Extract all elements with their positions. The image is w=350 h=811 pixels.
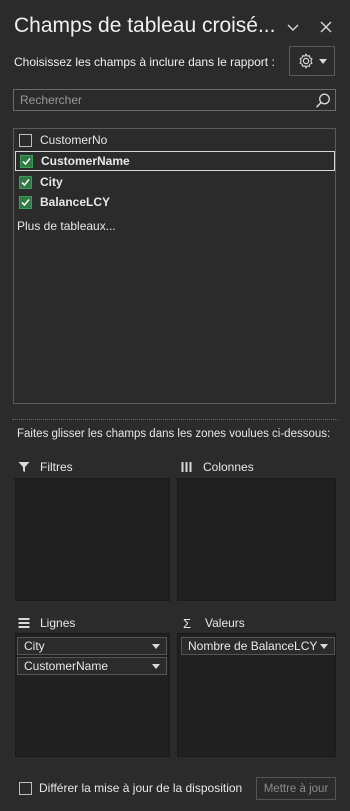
rows-zone-header: Lignes xyxy=(18,613,168,633)
chevron-down-icon[interactable] xyxy=(284,18,302,36)
field-item-city[interactable]: City xyxy=(15,172,335,192)
rows-field-city[interactable]: City xyxy=(17,637,167,655)
caret-down-icon[interactable] xyxy=(152,644,160,649)
columns-icon xyxy=(181,461,195,473)
field-label: City xyxy=(40,175,63,189)
caret-down-icon xyxy=(319,58,327,64)
search-input[interactable] xyxy=(14,90,335,110)
check-icon xyxy=(22,157,31,165)
field-label: CustomerName xyxy=(41,154,130,168)
check-icon xyxy=(21,178,30,186)
search-icon[interactable] xyxy=(314,92,332,110)
caret-down-icon[interactable] xyxy=(152,664,160,669)
checkbox[interactable] xyxy=(19,175,32,189)
filters-zone-label: Filtres xyxy=(40,460,73,474)
filters-zone[interactable] xyxy=(15,478,170,601)
values-zone[interactable]: Nombre de BalanceLCY xyxy=(177,633,336,757)
defer-update-checkbox[interactable] xyxy=(19,782,32,795)
drag-hint: Faites glisser les champs dans les zones… xyxy=(17,428,331,440)
values-zone-header: Σ Valeurs xyxy=(183,613,333,633)
rows-icon xyxy=(18,617,32,629)
pill-label: Nombre de BalanceLCY xyxy=(188,639,318,653)
field-item-customername[interactable]: CustomerName xyxy=(15,151,335,171)
rows-zone[interactable]: City CustomerName xyxy=(15,633,170,757)
more-tables-link[interactable]: Plus de tableaux... xyxy=(17,219,116,233)
gear-icon xyxy=(299,53,313,69)
pill-label: CustomerName xyxy=(24,659,109,673)
sigma-icon: Σ xyxy=(183,615,192,631)
caret-down-icon[interactable] xyxy=(320,644,328,649)
checkbox[interactable] xyxy=(19,195,32,209)
checkbox[interactable] xyxy=(20,154,33,168)
columns-zone-header: Colonnes xyxy=(181,457,335,477)
panel-title: Champs de tableau croisé... xyxy=(14,14,276,37)
close-icon[interactable] xyxy=(317,18,335,36)
check-icon xyxy=(21,198,30,206)
field-settings-button[interactable] xyxy=(289,46,335,76)
field-label: CustomerNo xyxy=(40,133,108,147)
filters-zone-header: Filtres xyxy=(18,457,168,477)
defer-update-label: Différer la mise à jour de la dispositio… xyxy=(39,781,243,795)
pill-label: City xyxy=(24,639,45,653)
field-item-customerno[interactable]: CustomerNo xyxy=(15,130,335,150)
splitter[interactable] xyxy=(12,419,338,420)
field-list: CustomerNo CustomerName City BalanceLCY xyxy=(13,128,336,404)
search-box xyxy=(13,89,336,111)
values-zone-label: Valeurs xyxy=(205,616,245,630)
panel-subtitle: Choisissez les champs à inclure dans le … xyxy=(14,55,275,69)
values-field-balancelcy[interactable]: Nombre de BalanceLCY xyxy=(181,637,335,655)
field-item-balancelcy[interactable]: BalanceLCY xyxy=(15,192,335,212)
rows-zone-label: Lignes xyxy=(40,616,76,630)
update-button[interactable]: Mettre à jour xyxy=(256,777,336,800)
columns-zone[interactable] xyxy=(177,478,336,601)
filter-icon xyxy=(18,461,32,473)
checkbox[interactable] xyxy=(19,133,32,147)
field-label: BalanceLCY xyxy=(40,195,111,209)
columns-zone-label: Colonnes xyxy=(203,460,254,474)
rows-field-customername[interactable]: CustomerName xyxy=(17,657,167,675)
